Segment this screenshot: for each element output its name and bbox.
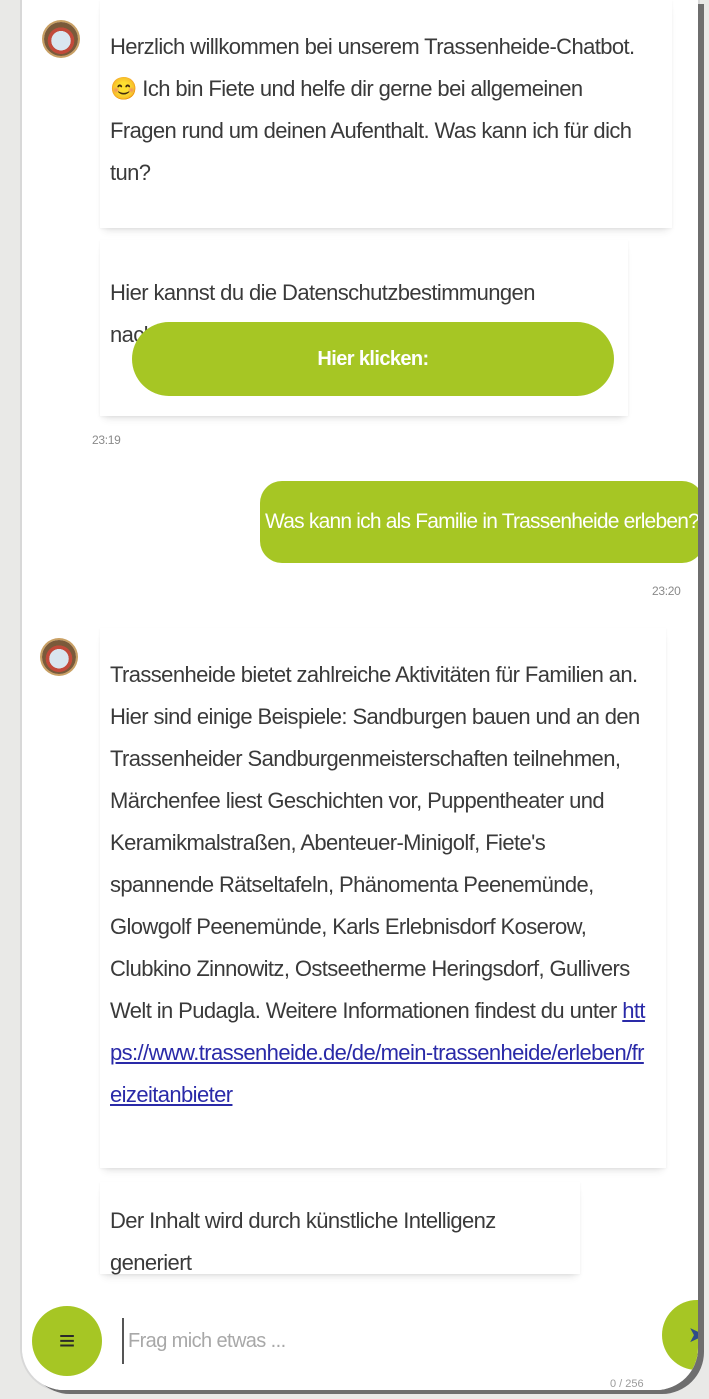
menu-icon: ≡: [58, 1325, 76, 1356]
answer-text: Trassenheide bietet zahlreiche Aktivität…: [110, 662, 640, 1023]
send-icon: ➤: [687, 1322, 698, 1347]
user-timestamp: 23:20: [652, 584, 681, 598]
privacy-link-button[interactable]: Hier klicken:: [132, 322, 614, 396]
ai-disclaimer-text: Der Inhalt wird durch künstliche Intelli…: [110, 1208, 496, 1275]
char-counter: 0 / 256: [610, 1378, 644, 1390]
menu-button[interactable]: ≡: [32, 1306, 102, 1376]
ai-disclaimer-message: Der Inhalt wird durch künstliche Intelli…: [100, 1182, 580, 1275]
message-input[interactable]: [122, 1318, 630, 1364]
welcome-message: Herzlich willkommen bei unserem Trassenh…: [100, 0, 672, 228]
bot-avatar-icon: [44, 22, 78, 56]
bot-avatar-icon: [42, 640, 76, 674]
chat-window: Herzlich willkommen bei unserem Trassenh…: [22, 0, 698, 1390]
bot-timestamp: 23:19: [92, 433, 121, 447]
answer-message: Trassenheide bietet zahlreiche Aktivität…: [100, 628, 666, 1168]
user-message-text: Was kann ich als Familie in Trassenheide…: [265, 510, 698, 533]
user-message: Was kann ich als Familie in Trassenheide…: [260, 481, 698, 563]
welcome-text: Herzlich willkommen bei unserem Trassenh…: [110, 34, 635, 185]
